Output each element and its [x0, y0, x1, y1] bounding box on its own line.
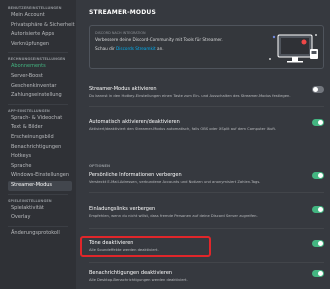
hide-personal-info-toggle[interactable]: ✓: [312, 172, 324, 179]
setting-description: Alle Desktop-Benachrichtigungen werden d…: [89, 278, 188, 282]
divider: [89, 192, 324, 193]
disable-sounds-toggle[interactable]: ✓: [312, 240, 324, 247]
toggle-knob: [318, 120, 323, 125]
setting-title: Persönliche Informationen verbergen: [89, 172, 182, 178]
check-icon: ✓: [313, 171, 318, 178]
disable-notifications-toggle[interactable]: ✓: [312, 270, 324, 277]
toggle-knob: [318, 241, 323, 246]
sidebar-item-gift-inventory[interactable]: Geschenkinventar: [8, 82, 72, 92]
settings-sidebar: Benutzereinstellungen Mein Account Priva…: [0, 0, 76, 289]
sidebar-item-notifications[interactable]: Benachrichtigungen: [8, 143, 72, 153]
promo-link-line: Schau dir Discords Streamkit an.: [95, 46, 164, 51]
sidebar-header-game-settings: Spieleinstellungen: [8, 198, 52, 203]
sidebar-section-user: Benutzereinstellungen Mein Account Priva…: [8, 5, 76, 49]
sidebar-item-language[interactable]: Sprache: [8, 162, 72, 172]
sidebar-item-privacy[interactable]: Privatsphäre & Sicherheit: [8, 21, 75, 31]
sidebar-divider: [8, 52, 68, 54]
setting-description: Empfehlen, wenn du nicht willst, dass fr…: [89, 214, 258, 218]
sidebar-divider: [8, 103, 68, 105]
sidebar-section-game: Spieleinstellungen Spielaktivität Overla…: [8, 198, 76, 223]
auto-toggle-switch[interactable]: ✓: [312, 119, 324, 126]
page-title: STREAMER-MODUS: [89, 9, 157, 16]
sidebar-item-my-account[interactable]: Mein Account: [8, 11, 72, 21]
promo-text: Verbessere deine Discord-Community mit T…: [95, 37, 223, 42]
streamer-monitor-illustration: [269, 34, 318, 63]
streamkit-link[interactable]: Discords Streamkit: [116, 46, 156, 51]
toggle-knob: [318, 207, 323, 212]
sidebar-section-billing: Rechnungseinstellungen Abonnements Serve…: [8, 56, 76, 100]
setting-title: Automatisch aktivieren/deaktivieren: [89, 119, 180, 125]
x-icon: ✕: [319, 85, 324, 92]
setting-title: Einladungslinks verbergen: [89, 206, 156, 212]
setting-title: Benachrichtigungen deaktivieren: [89, 270, 173, 276]
sidebar-item-server-boost[interactable]: Server-Boost: [8, 72, 72, 82]
sidebar-item-overlay[interactable]: Overlay: [8, 213, 72, 223]
sidebar-item-text-images[interactable]: Text & Bilder: [8, 123, 72, 133]
sidebar-item-streamer-mode[interactable]: Streamer-Modus: [8, 180, 72, 191]
setting-title: Streamer-Modus aktivieren: [89, 86, 157, 92]
sidebar-item-billing[interactable]: Zahlungseinstellung: [8, 91, 72, 101]
sidebar-item-voice-video[interactable]: Sprach- & Videochat: [8, 114, 72, 124]
sidebar-divider: [8, 193, 68, 195]
streamkit-promo-card: DISCORD NACH INTEGRATION Verbessere dein…: [89, 25, 324, 69]
sidebar-divider: [8, 225, 68, 227]
promo-link-suffix: an.: [155, 46, 164, 51]
check-icon: ✓: [313, 269, 318, 276]
streamer-mode-toggle[interactable]: ✕: [312, 86, 324, 93]
sidebar-item-changelog[interactable]: Änderungsprotokoll: [8, 229, 72, 239]
sidebar-item-subscriptions[interactable]: Abonnements: [8, 62, 72, 72]
setting-description: Versteckt E-Mail-Adressen, verbundene Ac…: [89, 180, 261, 184]
sidebar-header-app-settings: App-Einstellungen: [8, 108, 50, 113]
setting-description: Aktiviert/deaktiviert den Streamer-Modus…: [89, 127, 277, 131]
divider: [89, 262, 324, 263]
highlight-box: [80, 236, 211, 257]
divider: [89, 228, 324, 229]
toggle-knob: [318, 173, 323, 178]
check-icon: ✓: [313, 118, 318, 125]
sidebar-item-appearance[interactable]: Erscheinungsbild: [8, 133, 72, 143]
sidebar-item-connections[interactable]: Verknüpfungen: [8, 40, 72, 50]
toggle-knob: [318, 271, 323, 276]
promo-link-prefix: Schau dir: [95, 46, 117, 51]
check-icon: ✓: [313, 205, 318, 212]
sidebar-section-app: App-Einstellungen Sprach- & Videochat Te…: [8, 108, 76, 191]
sidebar-item-game-activity[interactable]: Spielaktivität: [8, 204, 72, 214]
setting-description: Du kannst in den Hotkey-Einstellungen ei…: [89, 94, 291, 98]
promo-eyebrow: DISCORD NACH INTEGRATION: [95, 31, 146, 35]
divider: [89, 106, 324, 107]
hide-invite-links-toggle[interactable]: ✓: [312, 206, 324, 213]
options-section-label: OPTIONEN: [89, 164, 111, 168]
sidebar-item-authorized-apps[interactable]: Autorisierte Apps: [8, 30, 72, 40]
toggle-knob: [313, 87, 318, 92]
sidebar-item-windows-settings[interactable]: Windows-Einstellungen: [8, 171, 72, 181]
sidebar-item-hotkeys[interactable]: Hotkeys: [8, 152, 72, 162]
check-icon: ✓: [313, 239, 318, 246]
